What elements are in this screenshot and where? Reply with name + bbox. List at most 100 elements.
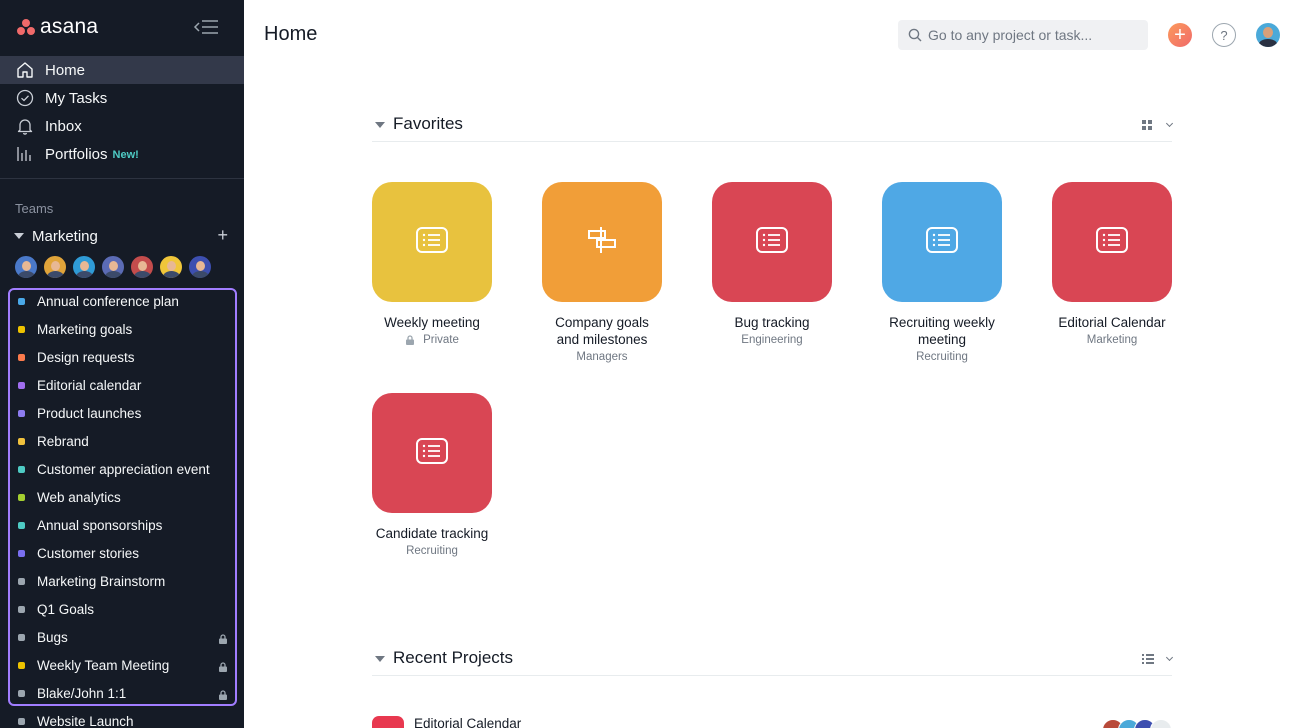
bar-chart-icon xyxy=(16,145,34,163)
project-name: Website Launch xyxy=(37,713,134,728)
caret-down-icon[interactable] xyxy=(375,656,385,662)
signpost-icon xyxy=(585,225,619,260)
project-color-dot xyxy=(18,661,25,669)
favorite-project-tile[interactable]: Company goals and milestones Managers xyxy=(542,182,662,363)
lock-icon xyxy=(218,660,228,672)
sidebar-project-item[interactable]: Design requests xyxy=(0,343,244,371)
sidebar-project-item[interactable]: Annual conference plan xyxy=(0,287,244,315)
project-tile-icon[interactable] xyxy=(372,182,492,302)
sidebar-item-my-tasks[interactable]: My Tasks xyxy=(0,84,244,112)
sidebar-project-item[interactable]: Editorial calendar xyxy=(0,371,244,399)
project-name[interactable]: Candidate tracking xyxy=(372,525,492,542)
favorite-project-tile[interactable]: Editorial Calendar Marketing xyxy=(1052,182,1172,346)
sidebar-item-inbox[interactable]: Inbox xyxy=(0,112,244,140)
avatar[interactable] xyxy=(14,255,38,279)
favorite-project-tile[interactable]: Weekly meeting Private xyxy=(372,182,492,346)
recent-project-row[interactable]: Editorial Calendar xyxy=(372,714,1172,728)
check-circle-icon xyxy=(16,89,34,107)
sidebar-item-home[interactable]: Home xyxy=(0,56,244,84)
sidebar-project-item[interactable]: Annual sponsorships xyxy=(0,511,244,539)
project-name: Marketing goals xyxy=(37,321,133,337)
view-toggle-button[interactable] xyxy=(1142,118,1174,132)
quick-add-button[interactable]: + xyxy=(1168,23,1192,47)
chevron-down-icon xyxy=(1165,653,1174,662)
teams-heading: Teams xyxy=(15,201,54,216)
project-name[interactable]: Bug tracking xyxy=(712,314,832,331)
project-team: Managers xyxy=(542,351,662,363)
project-name[interactable]: Recruiting weekly meeting xyxy=(882,314,1002,348)
project-tile-icon[interactable] xyxy=(372,393,492,513)
favorite-project-tile[interactable]: Recruiting weekly meeting Recruiting xyxy=(882,182,1002,363)
sidebar-item-label: My Tasks xyxy=(45,89,108,107)
project-members xyxy=(1102,719,1172,728)
project-color-dot xyxy=(18,465,25,473)
sidebar-project-item[interactable]: Customer stories xyxy=(0,539,244,567)
sidebar-project-item[interactable]: Q1 Goals xyxy=(0,595,244,623)
project-color-dot xyxy=(18,577,25,585)
avatar[interactable] xyxy=(101,255,125,279)
question-icon: ? xyxy=(1220,27,1228,43)
asana-logo[interactable]: asana xyxy=(16,14,98,40)
project-tile-icon[interactable] xyxy=(1052,182,1172,302)
project-color-dot xyxy=(18,381,25,389)
plus-icon: + xyxy=(1174,24,1186,46)
project-team-label: Recruiting xyxy=(406,545,458,557)
project-name: Design requests xyxy=(37,349,135,365)
team-name: Marketing xyxy=(32,227,98,245)
avatar[interactable] xyxy=(159,255,183,279)
sidebar-project-item[interactable]: Bugs xyxy=(0,623,244,651)
sidebar-project-item[interactable]: Customer appreciation event xyxy=(0,455,244,483)
project-name[interactable]: Weekly meeting xyxy=(372,314,492,331)
project-color-dot xyxy=(18,325,25,333)
favorite-project-tile[interactable]: Candidate tracking Recruiting xyxy=(372,393,492,557)
avatar[interactable] xyxy=(43,255,67,279)
sidebar-project-item[interactable]: Marketing Brainstorm xyxy=(0,567,244,595)
sidebar-project-item[interactable]: Web analytics xyxy=(0,483,244,511)
help-button[interactable]: ? xyxy=(1212,23,1236,47)
team-marketing[interactable]: Marketing + xyxy=(14,226,232,246)
list-icon xyxy=(415,437,449,470)
sidebar-project-item[interactable]: Weekly Team Meeting xyxy=(0,651,244,679)
add-project-icon[interactable]: + xyxy=(217,226,228,244)
search-input[interactable] xyxy=(928,27,1128,43)
project-name: Annual sponsorships xyxy=(37,517,163,533)
avatar[interactable] xyxy=(72,255,96,279)
sidebar-project-item[interactable]: Product launches xyxy=(0,399,244,427)
project-name: Bugs xyxy=(37,629,68,645)
user-avatar[interactable] xyxy=(1256,23,1280,47)
sidebar-project-item[interactable]: Website Launch xyxy=(0,707,244,728)
list-icon xyxy=(415,226,449,259)
caret-down-icon[interactable] xyxy=(375,122,385,128)
project-list: Annual conference plan Marketing goals Des… xyxy=(0,287,244,728)
project-tile-icon[interactable] xyxy=(882,182,1002,302)
view-toggle-button[interactable] xyxy=(1142,652,1174,666)
project-team-label: Private xyxy=(423,334,459,346)
sidebar-item-label: Portfolios xyxy=(45,145,108,163)
project-tile-icon[interactable] xyxy=(542,182,662,302)
project-name: Customer stories xyxy=(37,545,140,561)
project-color-dot xyxy=(18,605,25,613)
lock-icon xyxy=(218,632,228,644)
favorite-project-tile[interactable]: Bug tracking Engineering xyxy=(712,182,832,346)
collapse-sidebar-button[interactable] xyxy=(192,17,220,37)
project-name[interactable]: Company goals and milestones xyxy=(542,314,662,348)
avatar[interactable] xyxy=(188,255,212,279)
search-icon xyxy=(908,28,922,42)
home-icon xyxy=(16,61,34,79)
sidebar-project-item[interactable]: Marketing goals xyxy=(0,315,244,343)
recent-project-name[interactable]: Editorial Calendar xyxy=(414,716,521,728)
sidebar-project-item[interactable]: Rebrand xyxy=(0,427,244,455)
sidebar-project-item[interactable]: Blake/John 1:1 xyxy=(0,679,244,707)
project-color-dot xyxy=(18,549,25,557)
avatar[interactable] xyxy=(130,255,154,279)
chevron-down-icon xyxy=(1165,119,1174,128)
search-bar[interactable] xyxy=(898,20,1148,50)
sidebar-item-label: Inbox xyxy=(45,117,82,135)
recent-projects-title: Recent Projects xyxy=(393,648,513,667)
sidebar-item-portfolios[interactable]: Portfolios New! xyxy=(0,140,244,168)
project-color-dot xyxy=(18,689,25,697)
project-name[interactable]: Editorial Calendar xyxy=(1052,314,1172,331)
project-tile-icon[interactable] xyxy=(712,182,832,302)
caret-down-icon[interactable] xyxy=(14,233,24,239)
project-color-dot xyxy=(18,633,25,641)
